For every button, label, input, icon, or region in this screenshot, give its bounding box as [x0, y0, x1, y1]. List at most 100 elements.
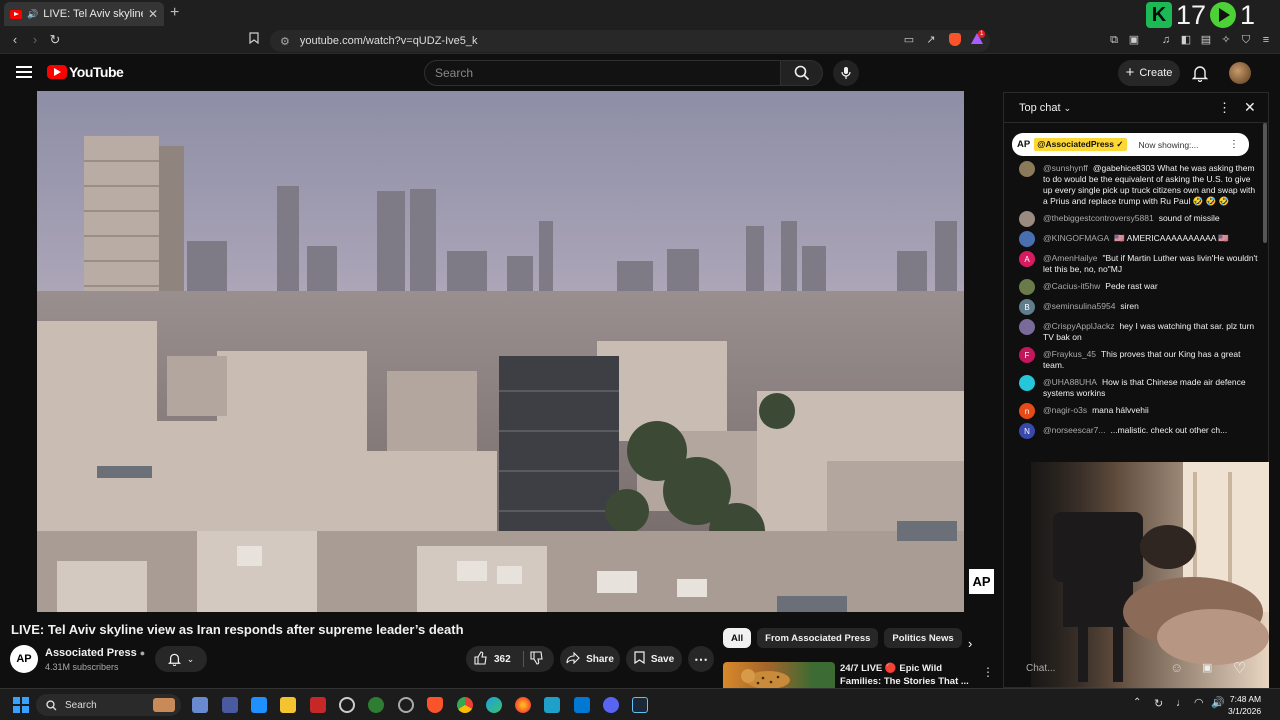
chat-author-avatar[interactable]: n [1019, 403, 1035, 419]
close-icon[interactable]: ✕ [1244, 99, 1256, 116]
chat-author-name[interactable]: @CrispyApplJackz [1043, 321, 1114, 331]
chat-author-avatar[interactable] [1019, 161, 1035, 177]
chat-author-name[interactable]: @Cacius-it5hw [1043, 281, 1100, 291]
chat-message[interactable]: @Cacius-it5hw Pede rast war [1004, 277, 1268, 297]
app-icon-4[interactable] [339, 697, 355, 713]
system-clock[interactable]: 7:48 AM 3/1/2026 [1228, 693, 1261, 717]
app-icon-2[interactable] [222, 697, 238, 713]
app-icon-news[interactable] [310, 697, 326, 713]
sidebar-icon[interactable]: ◧ [1179, 33, 1193, 47]
app-icon-6[interactable] [544, 697, 560, 713]
chat-author-name[interactable]: @sunshynff [1043, 163, 1088, 173]
notifications-bell-icon[interactable] [1191, 64, 1209, 87]
share-page-icon[interactable]: ↗ [924, 33, 938, 47]
microphone-tray-icon[interactable]: ♩ [1176, 697, 1187, 709]
chat-message[interactable]: N @norseescar7... ...malistic. check out o… [1004, 421, 1268, 441]
bookmark-icon[interactable] [245, 32, 263, 47]
github-icon[interactable] [398, 697, 414, 713]
channel-name[interactable]: Associated Press ● [45, 647, 145, 659]
chat-message[interactable]: B @seminsulina5954 siren [1004, 297, 1268, 317]
chip-from-associated-press[interactable]: From Associated Press [757, 628, 879, 648]
chat-author-avatar[interactable]: B [1019, 299, 1035, 315]
chat-author-avatar[interactable]: F [1019, 347, 1035, 363]
chat-author-avatar[interactable] [1019, 319, 1035, 335]
super-chat-icon[interactable]: ▣ [1202, 661, 1212, 674]
forward-icon[interactable]: › [26, 32, 44, 47]
chat-author-name[interactable]: @AmenHailye [1043, 253, 1097, 263]
chat-author-name[interactable]: @thebiggestcontroversy5881 [1043, 213, 1154, 223]
chat-message[interactable]: @thebiggestcontroversy5881 sound of missi… [1004, 209, 1268, 229]
chat-menu-icon[interactable]: ⋮ [1218, 100, 1231, 116]
firefox-icon[interactable] [515, 697, 531, 713]
chat-author-avatar[interactable] [1019, 231, 1035, 247]
leo-ai-icon[interactable]: ✧ [1219, 33, 1233, 47]
tab-close-button[interactable]: ✕ [148, 7, 158, 21]
chat-author-avatar[interactable] [1019, 279, 1035, 295]
file-explorer-icon[interactable] [280, 697, 296, 713]
chat-author-avatar[interactable]: N [1019, 423, 1035, 439]
discord-icon[interactable] [603, 697, 619, 713]
channel-avatar[interactable]: AP [10, 645, 38, 673]
save-button[interactable]: Save [626, 646, 682, 672]
taskbar-search[interactable]: Search [36, 694, 181, 716]
youtube-logo[interactable]: YouTube [47, 64, 124, 80]
wallet-icon[interactable]: ▤ [1199, 33, 1213, 47]
address-bar[interactable]: ⚙ youtube.com/watch?v=qUDZ-Ive5_k [270, 30, 990, 52]
account-avatar[interactable] [1229, 62, 1251, 84]
tray-icon-1[interactable]: ↻ [1154, 697, 1163, 710]
menu-icon[interactable]: ≡ [1259, 33, 1273, 47]
chat-author-name[interactable]: @nagir-o3s [1043, 405, 1087, 415]
heart-icon[interactable]: ♡ [1233, 659, 1246, 677]
hamburger-menu-icon[interactable] [16, 66, 32, 78]
vscode-icon[interactable] [574, 697, 590, 713]
app-icon-1[interactable] [192, 697, 208, 713]
windows-start-icon[interactable] [13, 697, 29, 713]
steam-icon[interactable] [632, 697, 648, 713]
more-actions-button[interactable]: ⋯ [688, 646, 714, 672]
search-button[interactable] [781, 60, 823, 86]
brave-browser-icon[interactable] [427, 697, 443, 713]
chevron-right-icon[interactable]: › [968, 636, 972, 651]
voice-search-button[interactable] [833, 60, 859, 86]
reload-icon[interactable]: ↻ [46, 32, 64, 48]
chat-author-name[interactable]: @KINGOFMAGA [1043, 233, 1109, 243]
chat-message[interactable]: @CrispyApplJackz hey I was watching that … [1004, 317, 1268, 345]
chat-message[interactable]: @KINGOFMAGA 🇺🇸 AMERICAAAAAAAAAA 🇺🇸 [1004, 229, 1268, 249]
share-button[interactable]: Share [560, 646, 620, 672]
brave-shield-icon[interactable] [948, 33, 962, 47]
recommendation-menu-icon[interactable]: ⋮ [982, 665, 994, 679]
thumbs-up-icon[interactable] [474, 650, 488, 668]
chip-all[interactable]: All [723, 628, 752, 648]
chat-message[interactable]: n @nagir-o3s mana hálvvehii [1004, 401, 1268, 421]
rewards-icon[interactable]: 1 [970, 30, 986, 47]
chat-author-name[interactable]: @UHA88UHA [1043, 377, 1097, 387]
video-player[interactable] [37, 91, 964, 612]
subscription-bell-button[interactable]: ⌄ [155, 646, 207, 672]
app-icon-3[interactable] [251, 697, 267, 713]
thumbs-down-icon[interactable] [530, 650, 544, 668]
chat-message[interactable]: @sunshynff @gabehice8303 What he was aski… [1004, 159, 1268, 209]
create-button[interactable]: + Create [1118, 60, 1180, 86]
pinned-menu-icon[interactable]: ⋮ [1229, 139, 1239, 150]
emoji-icon[interactable]: ☺ [1170, 660, 1183, 675]
chat-author-avatar[interactable]: A [1019, 251, 1035, 267]
chat-input[interactable]: Chat... [1018, 656, 1178, 680]
chat-message[interactable]: F @Fraykus_45 This proves that our King ha… [1004, 345, 1268, 373]
app-icon-5[interactable] [368, 697, 384, 713]
chat-author-avatar[interactable] [1019, 211, 1035, 227]
back-icon[interactable]: ‹ [6, 32, 24, 47]
chat-message[interactable]: @UHA88UHA How is that Chinese made air de… [1004, 373, 1268, 401]
recommendation-title[interactable]: 24/7 LIVE 🔴 Epic Wild Families: The Stor… [840, 662, 970, 688]
extensions-icon[interactable]: ⧉ [1107, 33, 1121, 47]
vpn-icon[interactable]: ⛉ [1239, 33, 1253, 47]
wifi-icon[interactable]: ◠ [1194, 696, 1204, 709]
media-icon[interactable]: ♫ [1159, 33, 1173, 47]
browser-tab[interactable]: 🔊 LIVE: Tel Aviv skyline view as I ✕ [4, 2, 164, 26]
tray-chevron-icon[interactable]: ⌃ [1133, 697, 1141, 708]
chrome-icon[interactable] [457, 697, 473, 713]
pinned-message[interactable]: AP @AssociatedPress ✓ Now showing:... ⋮ [1012, 133, 1249, 156]
chat-author-name[interactable]: @norseescar7... [1043, 425, 1106, 435]
chat-mode-dropdown[interactable]: Top chat ⌄ [1019, 102, 1071, 114]
chat-author-avatar[interactable] [1019, 375, 1035, 391]
volume-icon[interactable]: 🔊 [1211, 696, 1225, 709]
